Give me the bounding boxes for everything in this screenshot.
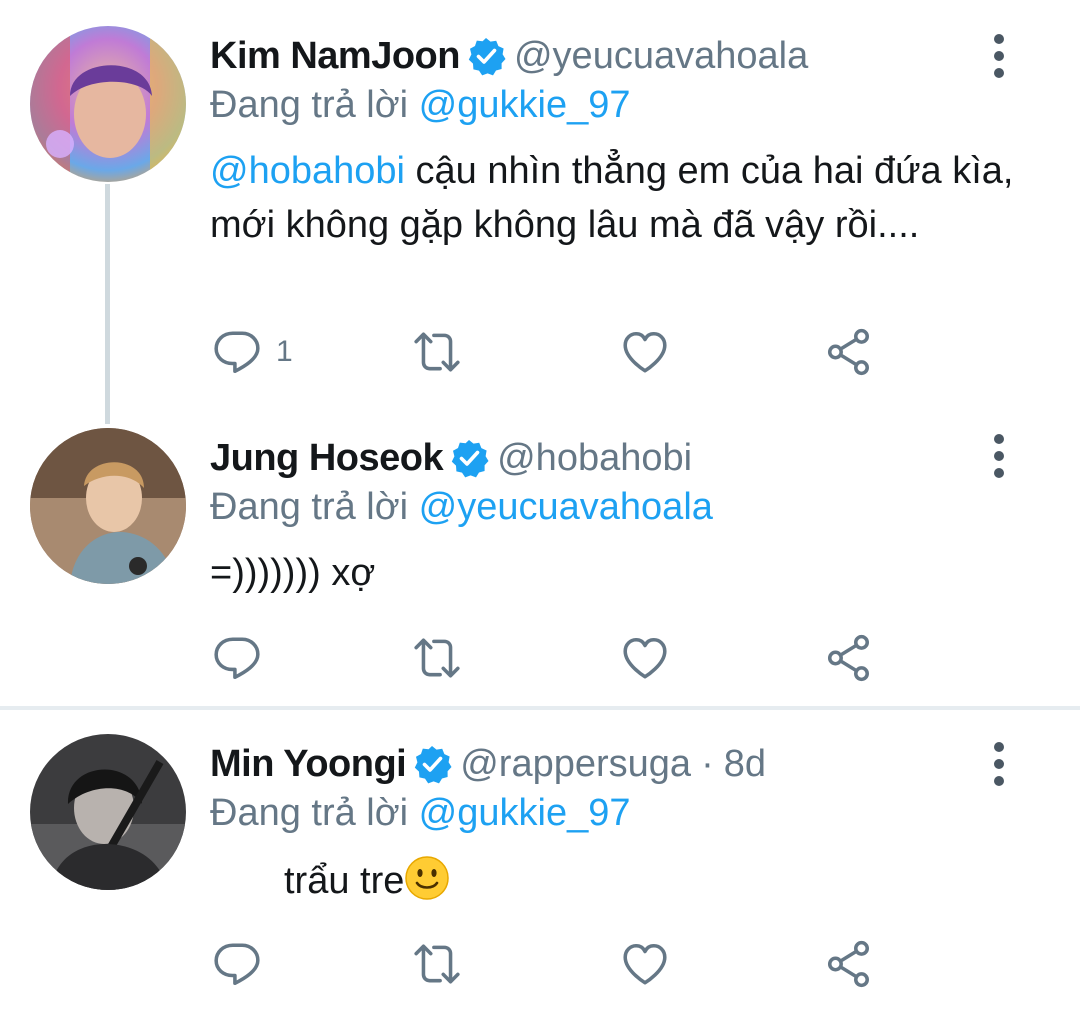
reply-icon — [212, 633, 262, 683]
verified-badge-icon — [449, 438, 489, 478]
share-icon — [824, 633, 874, 683]
like-button[interactable] — [620, 936, 670, 992]
tweet-header: Min Yoongi @rappersuga · 8d — [210, 740, 766, 788]
tweet-text: @hobahobi cậu nhìn thẳng em của hai đứa … — [210, 144, 1030, 252]
like-icon — [620, 939, 670, 989]
reply-button[interactable]: 1 — [212, 324, 293, 380]
avatar[interactable] — [30, 734, 186, 890]
tweet-header: Kim NamJoon @yeucuavahoala — [210, 32, 808, 80]
timestamp[interactable]: 8d — [724, 743, 766, 786]
more-options-icon[interactable] — [984, 434, 1014, 480]
retweet-button[interactable] — [412, 324, 462, 380]
retweet-button[interactable] — [412, 630, 462, 686]
slightly-smiling-face-icon — [404, 855, 450, 901]
reply-count: 1 — [276, 335, 293, 368]
reply-icon — [212, 327, 262, 377]
retweet-button[interactable] — [412, 936, 462, 992]
tweet-actions — [210, 936, 890, 992]
more-options-icon[interactable] — [984, 742, 1014, 788]
body-text: trẩu tre — [284, 860, 405, 902]
tweet[interactable]: Jung Hoseok @hobahobi Đang trả lời @yeuc… — [0, 420, 1080, 708]
replying-to: Đang trả lời @gukkie_97 — [210, 792, 631, 835]
share-button[interactable] — [824, 936, 874, 992]
body-text: =))))))) xợ — [210, 552, 376, 594]
display-name[interactable]: Min Yoongi — [210, 743, 407, 786]
handle[interactable]: @yeucuavahoala — [514, 35, 808, 78]
handle[interactable]: @hobahobi — [497, 437, 692, 480]
replying-to: Đang trả lời @yeucuavahoala — [210, 486, 713, 529]
replying-to-label: Đang trả lời — [210, 84, 409, 126]
share-button[interactable] — [824, 630, 874, 686]
tweet-actions: 1 — [210, 324, 890, 380]
replying-to-label: Đang trả lời — [210, 792, 409, 834]
tweet[interactable]: Min Yoongi @rappersuga · 8d Đang trả lời… — [0, 710, 1080, 1012]
handle[interactable]: @rappersuga — [460, 743, 691, 786]
like-icon — [620, 633, 670, 683]
like-button[interactable] — [620, 630, 670, 686]
avatar[interactable] — [30, 428, 186, 584]
replying-to: Đang trả lời @gukkie_97 — [210, 84, 631, 127]
retweet-icon — [412, 939, 462, 989]
reply-icon — [212, 939, 262, 989]
tweet-text: trẩu tre — [284, 854, 1080, 908]
replying-to-mention[interactable]: @gukkie_97 — [419, 84, 631, 126]
share-button[interactable] — [824, 324, 874, 380]
display-name[interactable]: Kim NamJoon — [210, 35, 460, 78]
share-icon — [824, 939, 874, 989]
separator: · — [701, 742, 714, 785]
avatar[interactable] — [30, 26, 186, 182]
reply-button[interactable] — [212, 630, 262, 686]
tweet-text: =))))))) xợ — [210, 546, 1030, 600]
verified-badge-icon — [412, 744, 452, 784]
tweet[interactable]: Kim NamJoon @yeucuavahoala Đang trả lời … — [0, 0, 1080, 424]
replying-to-mention[interactable]: @yeucuavahoala — [419, 486, 713, 528]
retweet-icon — [412, 327, 462, 377]
body-mention[interactable]: @hobahobi — [210, 150, 405, 192]
verified-badge-icon — [466, 36, 506, 76]
display-name[interactable]: Jung Hoseok — [210, 437, 444, 480]
like-icon — [620, 327, 670, 377]
like-button[interactable] — [620, 324, 670, 380]
reply-button[interactable] — [212, 936, 262, 992]
retweet-icon — [412, 633, 462, 683]
share-icon — [824, 327, 874, 377]
tweet-actions — [210, 630, 890, 686]
tweet-header: Jung Hoseok @hobahobi — [210, 434, 692, 482]
replying-to-label: Đang trả lời — [210, 486, 409, 528]
replying-to-mention[interactable]: @gukkie_97 — [419, 792, 631, 834]
more-options-icon[interactable] — [984, 34, 1014, 80]
thread-line — [105, 184, 110, 424]
